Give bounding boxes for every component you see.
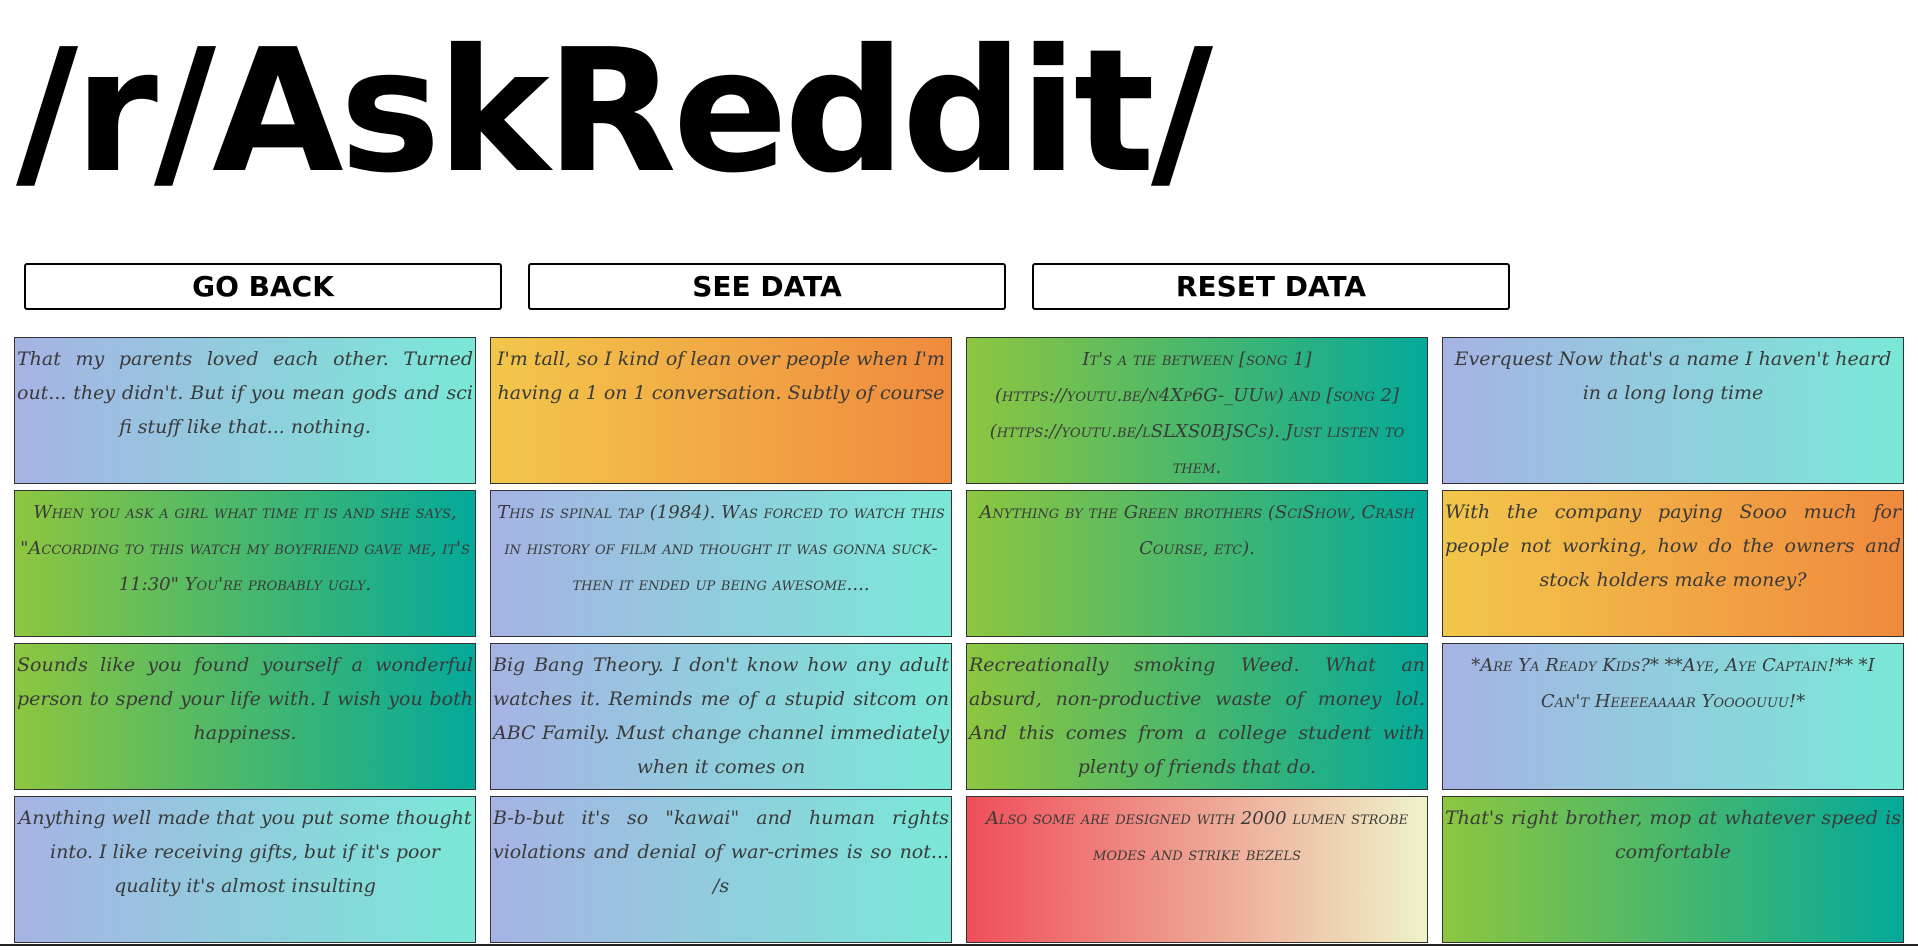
answer-card[interactable]: I'm tall, so I kind of lean over people … xyxy=(490,337,952,484)
answer-card[interactable]: Big Bang Theory. I don't know how any ad… xyxy=(490,643,952,790)
answer-card[interactable]: That my parents loved each other. Turned… xyxy=(14,337,476,484)
answer-card[interactable]: This is spinal tap (1984). Was forced to… xyxy=(490,490,952,637)
answer-card[interactable]: Anything by the Green brothers (SciShow,… xyxy=(966,490,1428,637)
answer-card[interactable]: *Are Ya Ready Kids?* **Aye, Aye Captain!… xyxy=(1442,643,1904,790)
answer-grid: That my parents loved each other. Turned… xyxy=(14,337,1904,943)
answer-card[interactable]: B-b-but it's so "kawai" and human rights… xyxy=(490,796,952,943)
answer-card[interactable]: Anything well made that you put some tho… xyxy=(14,796,476,943)
answer-card[interactable]: Also some are designed with 2000 lumen s… xyxy=(966,796,1428,943)
reset-data-button[interactable]: RESET DATA xyxy=(1032,263,1510,310)
answer-card[interactable]: That's right brother, mop at whatever sp… xyxy=(1442,796,1904,943)
answer-card[interactable]: With the company paying Sooo much for pe… xyxy=(1442,490,1904,637)
answer-card[interactable]: Everquest Now that's a name I haven't he… xyxy=(1442,337,1904,484)
answer-card[interactable]: It's a tie between [song 1](https://yout… xyxy=(966,337,1428,484)
bottom-divider xyxy=(0,944,1918,946)
see-data-button[interactable]: SEE DATA xyxy=(528,263,1006,310)
page-title: /r/AskReddit/ xyxy=(16,13,1213,211)
answer-card[interactable]: When you ask a girl what time it is and … xyxy=(14,490,476,637)
action-buttons: GO BACK SEE DATA RESET DATA xyxy=(24,263,1510,310)
answer-card[interactable]: Recreationally smoking Weed. What an abs… xyxy=(966,643,1428,790)
answer-card[interactable]: Sounds like you found yourself a wonderf… xyxy=(14,643,476,790)
go-back-button[interactable]: GO BACK xyxy=(24,263,502,310)
